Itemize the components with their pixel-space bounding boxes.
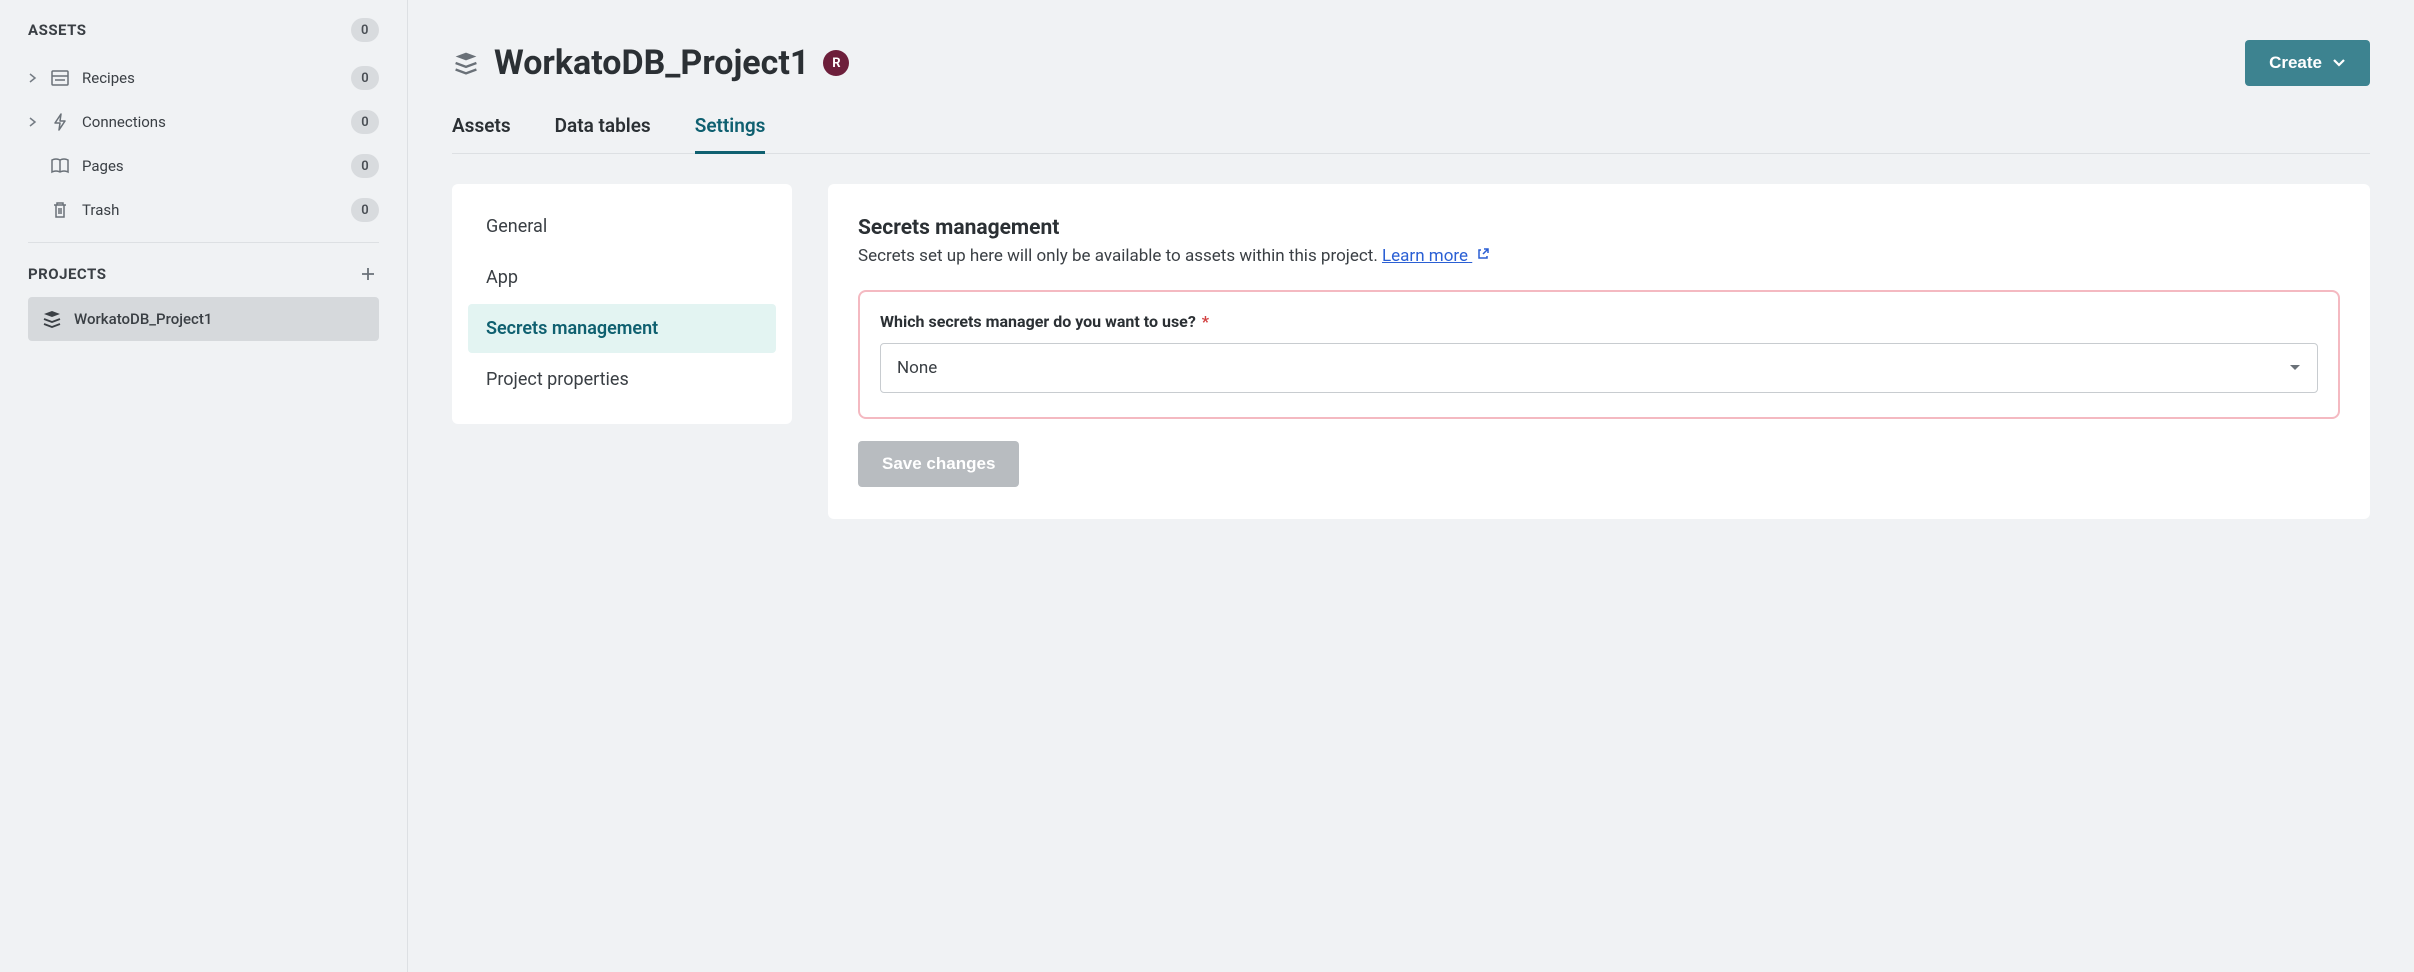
- tabs: Assets Data tables Settings: [452, 114, 2370, 154]
- chevron-right-icon[interactable]: [28, 73, 38, 83]
- required-indicator: *: [1198, 312, 1209, 331]
- panel-description: Secrets set up here will only be availab…: [858, 246, 2340, 266]
- tab-data-tables[interactable]: Data tables: [555, 114, 651, 154]
- add-project-button[interactable]: [357, 263, 379, 285]
- secrets-manager-label: Which secrets manager do you want to use…: [880, 312, 2318, 331]
- secrets-manager-form: Which secrets manager do you want to use…: [858, 290, 2340, 419]
- chevron-right-icon[interactable]: [28, 117, 38, 127]
- settings-panel: Secrets management Secrets set up here w…: [828, 184, 2370, 519]
- count-badge: 0: [351, 198, 379, 222]
- projects-label: PROJECTS: [28, 265, 106, 283]
- create-button-label: Create: [2269, 53, 2322, 73]
- tab-settings[interactable]: Settings: [695, 114, 766, 154]
- page-title: WorkatoDB_Project1: [494, 43, 809, 83]
- sidebar-item-label: Connections: [82, 113, 166, 131]
- save-changes-button[interactable]: Save changes: [858, 441, 1019, 487]
- select-value: None: [897, 358, 937, 378]
- assets-count-badge: 0: [351, 18, 379, 42]
- panel-title: Secrets management: [858, 216, 2340, 240]
- trash-icon: [50, 200, 70, 220]
- settings-nav-project-properties[interactable]: Project properties: [468, 355, 776, 404]
- settings-nav: General App Secrets management Project p…: [452, 184, 792, 424]
- bolt-icon: [50, 112, 70, 132]
- secrets-manager-select[interactable]: None: [880, 343, 2318, 393]
- assets-header: ASSETS 0: [28, 0, 379, 56]
- sidebar-item-label: Trash: [82, 201, 119, 219]
- sidebar-item-recipes[interactable]: Recipes 0: [28, 56, 379, 100]
- sidebar-item-pages[interactable]: Pages 0: [28, 144, 379, 188]
- count-badge: 0: [351, 110, 379, 134]
- count-badge: 0: [351, 154, 379, 178]
- projects-header: PROJECTS: [28, 243, 379, 297]
- learn-more-link[interactable]: Learn more: [1382, 246, 1490, 266]
- sidebar-item-connections[interactable]: Connections 0: [28, 100, 379, 144]
- sidebar-item-label: Recipes: [82, 69, 135, 87]
- settings-nav-general[interactable]: General: [468, 202, 776, 251]
- project-item[interactable]: WorkatoDB_Project1: [28, 297, 379, 341]
- sidebar-item-trash[interactable]: Trash 0: [28, 188, 379, 232]
- book-icon: [50, 156, 70, 176]
- settings-nav-secrets[interactable]: Secrets management: [468, 304, 776, 353]
- status-badge: R: [823, 50, 849, 76]
- assets-label: ASSETS: [28, 21, 87, 39]
- page-header: WorkatoDB_Project1 R Create: [452, 40, 2370, 86]
- recipe-icon: [50, 68, 70, 88]
- create-button[interactable]: Create: [2245, 40, 2370, 86]
- stack-icon: [42, 309, 62, 329]
- chevron-down-icon: [2332, 58, 2346, 68]
- tab-assets[interactable]: Assets: [452, 114, 511, 154]
- project-item-label: WorkatoDB_Project1: [74, 310, 212, 328]
- caret-down-icon: [2289, 364, 2301, 372]
- stack-icon: [452, 49, 480, 77]
- external-link-icon: [1476, 247, 1490, 261]
- main-content: WorkatoDB_Project1 R Create Assets Data …: [408, 0, 2414, 972]
- sidebar-item-label: Pages: [82, 157, 124, 175]
- settings-nav-app[interactable]: App: [468, 253, 776, 302]
- sidebar: ASSETS 0 Recipes 0: [0, 0, 408, 972]
- count-badge: 0: [351, 66, 379, 90]
